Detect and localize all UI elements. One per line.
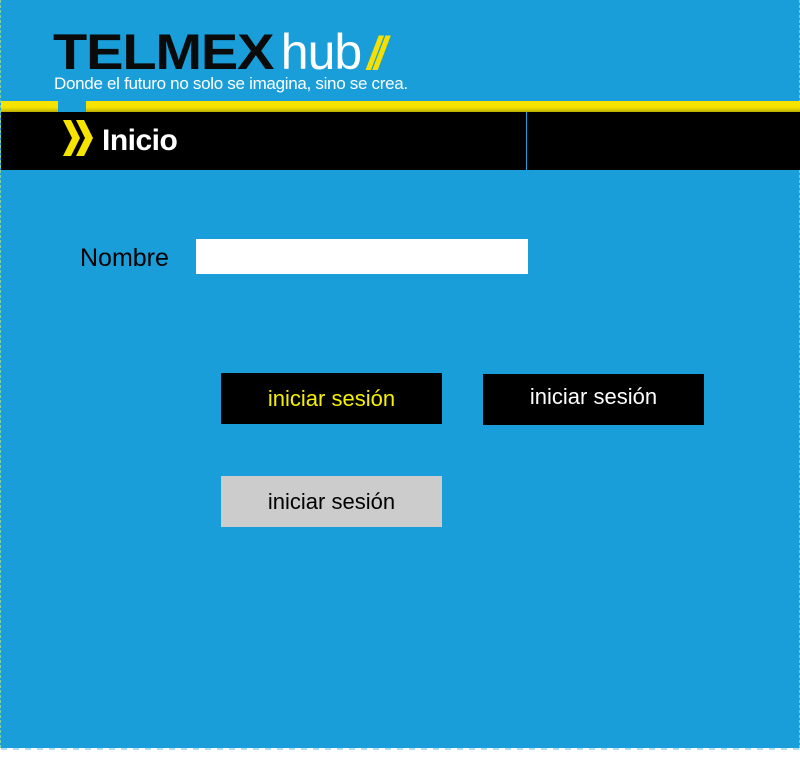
title-bar-divider [526,112,527,170]
telmex-hub-logo: TELMEX hub // [53,24,387,80]
logo-hub-text: hub [280,24,362,80]
login-button-secondary[interactable]: iniciar sesión [483,374,704,425]
logo-slashes-mark: // [367,27,386,79]
header-tagline: Donde el futuro no solo se imagina, sino… [54,74,408,93]
name-input[interactable] [196,239,528,274]
footer-dashed-edge [1,744,800,750]
logo-brand-text: TELMEX [53,24,275,80]
header-yellow-stripe [1,101,800,112]
stripe-notch [58,101,86,112]
page-frame: TELMEX hub // Donde el futuro no solo se… [0,0,800,750]
name-label: Nombre [80,244,169,272]
login-button-primary[interactable]: iniciar sesión [221,373,442,424]
double-chevron-icon [63,120,93,156]
page-title: Inicio [102,124,178,157]
login-button-gray[interactable]: iniciar sesión [221,476,442,527]
